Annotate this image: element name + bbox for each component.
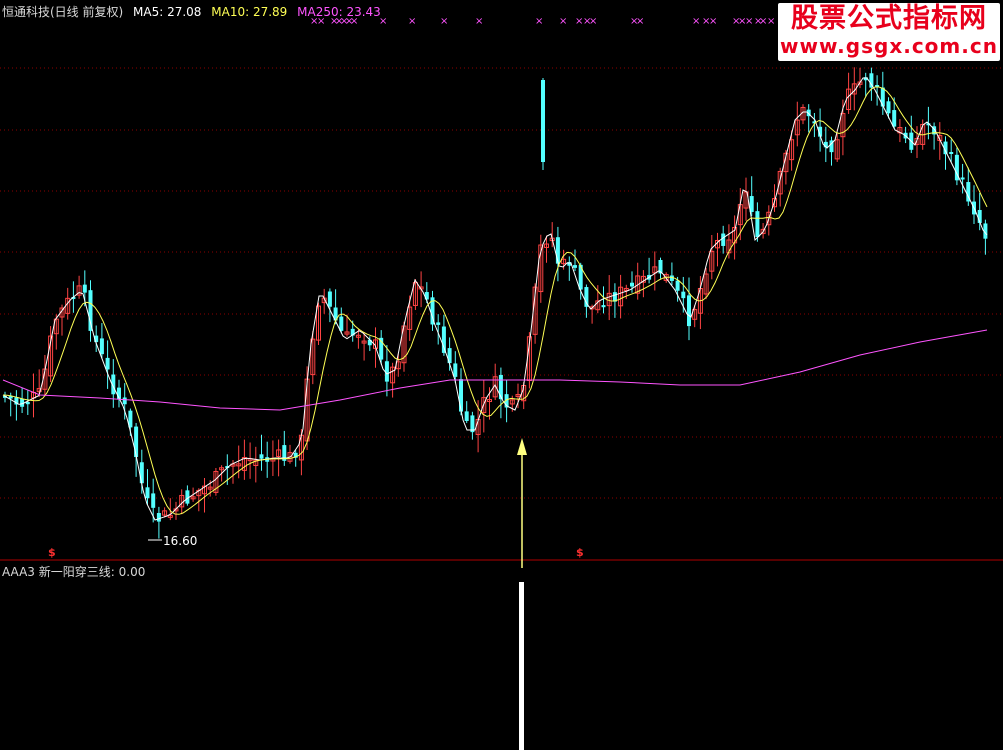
s-marker: $ [576,546,584,559]
x-marker: × [535,16,543,27]
candle-body [88,290,93,331]
candle-body [721,233,726,246]
candle-body [960,177,965,180]
x-marker: × [709,16,717,27]
candle-body [464,411,469,422]
price-chart[interactable]: 16.60$ $×× ××××× × × × × × × × ×× ×× × ×× ××× ×× × [0,0,1003,750]
indicator-value: 新一阳穿三线: 0.00 [38,565,146,579]
candle-body [573,265,577,268]
candle-body [99,338,104,355]
ma250-label: MA250: 23.43 [297,5,381,19]
candle-body [436,322,441,325]
candle-body [601,305,606,308]
x-marker: × [475,16,483,27]
candle-body [498,374,503,400]
candle-body [687,295,691,327]
watermark-title: 股票公式指标网 [791,3,987,34]
candle-body [892,110,897,127]
x-marker: × [745,16,753,27]
candle-body [259,454,264,459]
x-marker: × [636,16,644,27]
candle-body [441,326,446,353]
x-marker: × [440,16,448,27]
candle-body [151,493,156,508]
candle-body [541,80,545,162]
ma5-label: MA5: 27.08 [133,5,202,19]
candle-body [20,398,25,407]
candle-body [105,357,110,370]
indicator-name: AAA3 [2,565,35,579]
candle-body [453,363,458,377]
candle-body [630,282,634,287]
ma10-label: MA10: 27.89 [211,5,288,19]
candle-body [886,101,891,114]
candle-body [134,426,139,458]
s-marker: $ [48,546,56,559]
candle-body [755,211,760,238]
stock-chart-window: 16.60 $ $ × × × × × × × × × × × × × × × × × × × × × × × × × × × 恒通科技(… [0,0,1003,750]
signal-arrow-head [517,438,527,455]
candle-body [327,291,332,307]
candle-body [145,487,150,499]
x-marker: × [767,16,775,27]
candle-body [156,513,161,522]
candle-body [139,462,144,484]
indicator-legend: AAA3 新一阳穿三线: 0.00 [2,563,145,580]
watermark-url: www.gsgx.com.cn [780,34,998,58]
x-marker: × [559,16,567,27]
stock-title: 恒通科技(日线 前复权) [2,5,124,19]
candle-body [82,284,87,293]
candle-body [122,397,127,405]
candle-body [949,152,954,155]
price-legend: 恒通科技(日线 前复权) MA5: 27.08 MA10: 27.89 MA25… [2,3,387,20]
candle-body [459,379,463,412]
indicator-spike [519,582,524,750]
low-price-label: 16.60 [163,534,197,548]
x-marker: × [692,16,700,27]
x-marker: × [408,16,416,27]
watermark-logo: 股票公式指标网 www.gsgx.com.cn [778,3,1000,61]
candle-body [681,291,686,299]
x-marker: × [589,16,597,27]
candle-body [675,280,680,291]
